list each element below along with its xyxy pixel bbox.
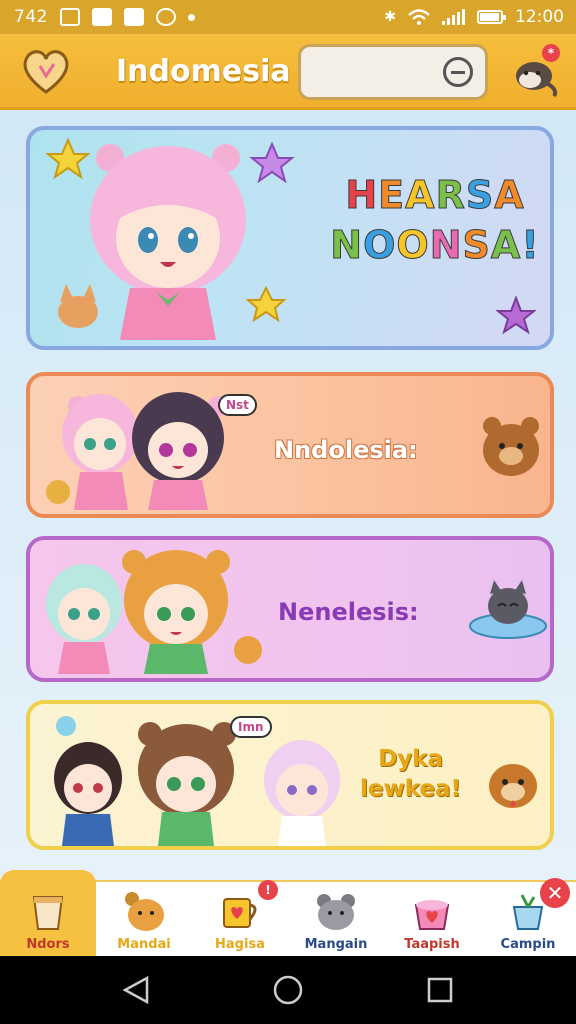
category-label: Nndolesia: bbox=[274, 436, 418, 464]
wifi-icon bbox=[408, 9, 430, 25]
recents-square-icon bbox=[427, 977, 453, 1003]
clock: 12:00 bbox=[515, 7, 564, 27]
bear-icon bbox=[483, 417, 539, 476]
title-letter: N bbox=[429, 223, 463, 268]
nav-label: Ndors bbox=[26, 937, 70, 952]
dog-icon bbox=[489, 764, 537, 808]
nav-label: Taapish bbox=[404, 937, 460, 952]
title-letter: A bbox=[490, 223, 522, 268]
category-label: Dyka lewkea! bbox=[360, 744, 461, 804]
nav-label: Mandai bbox=[117, 937, 171, 952]
star-icon bbox=[249, 141, 295, 184]
featured-title-line-1: HEARSA bbox=[330, 170, 540, 220]
nav-label: Mangain bbox=[304, 937, 368, 952]
featured-title: HEARSA NOONSA! bbox=[330, 170, 540, 270]
cat-icon bbox=[317, 894, 355, 930]
mint-and-orange-hair-illustration bbox=[46, 550, 262, 674]
status-left-text: 742 bbox=[14, 7, 48, 27]
featured-title-line-2: NOONSA! bbox=[330, 220, 540, 270]
category-label-line-2: lewkea! bbox=[360, 776, 462, 802]
back-triangle-icon bbox=[123, 976, 149, 1004]
bluetooth-icon: ✱ bbox=[384, 9, 396, 25]
title-letter: O bbox=[363, 223, 397, 268]
featured-card[interactable]: HEARSA NOONSA! bbox=[26, 126, 554, 350]
pot-icon bbox=[414, 900, 450, 930]
title-letter: N bbox=[330, 223, 364, 268]
mail-icon bbox=[91, 8, 112, 26]
nav-item-mangain[interactable]: Mangain bbox=[288, 882, 384, 956]
star-icon bbox=[45, 137, 91, 180]
speech-bubble: Imn bbox=[230, 716, 272, 738]
home-circle-icon bbox=[273, 975, 303, 1005]
recents-button[interactable] bbox=[424, 974, 456, 1006]
category-label-line-1: Dyka bbox=[378, 746, 443, 772]
title-letter: R bbox=[435, 173, 466, 218]
app-header: Indomesia * bbox=[0, 34, 576, 110]
notification-dot-icon bbox=[187, 13, 195, 21]
bottom-nav: Ndors Mandai ! Hagisa Mangain Taapish ✕ … bbox=[0, 870, 576, 956]
edit-icon bbox=[123, 8, 144, 26]
page-title: Indomesia bbox=[116, 54, 291, 89]
title-letter: A bbox=[494, 173, 525, 218]
title-letter: E bbox=[378, 173, 406, 218]
status-bar: 742 ✱ 12:00 bbox=[0, 0, 576, 34]
gallery-icon bbox=[59, 8, 80, 26]
nav-item-ndors[interactable]: Ndors bbox=[0, 870, 96, 956]
title-letter: O bbox=[396, 223, 430, 268]
nav-label: Hagisa bbox=[215, 937, 265, 952]
sync-icon bbox=[155, 8, 176, 26]
nav-label: Campin bbox=[500, 937, 556, 952]
star-icon bbox=[245, 285, 287, 323]
category-label: Nenelesis: bbox=[278, 598, 419, 626]
category-card-2[interactable]: Nenelesis: bbox=[26, 536, 554, 682]
title-letter: A bbox=[405, 173, 436, 218]
nav-item-campin[interactable]: ✕ Campin bbox=[480, 878, 576, 956]
search-input[interactable] bbox=[311, 57, 431, 87]
heart-icon bbox=[23, 50, 69, 94]
bear-icon bbox=[125, 892, 164, 931]
category-card-1[interactable]: Nst Nndolesia: bbox=[26, 372, 554, 518]
category-card-3[interactable]: Imn Dyka lewkea! bbox=[26, 700, 554, 850]
star-icon bbox=[496, 296, 536, 335]
battery-icon bbox=[477, 10, 506, 24]
three-kids-illustration bbox=[54, 716, 340, 846]
nav-item-taapish[interactable]: Taapish bbox=[384, 882, 480, 956]
otter-avatar-button[interactable]: * bbox=[508, 44, 564, 98]
nav-item-hagisa[interactable]: ! Hagisa bbox=[192, 880, 288, 956]
mug-icon bbox=[223, 898, 257, 928]
search-box[interactable] bbox=[298, 44, 488, 100]
cat-in-water-icon bbox=[469, 580, 547, 639]
system-nav-bar bbox=[0, 956, 576, 1024]
clear-search-icon[interactable] bbox=[443, 57, 473, 87]
heart-logo-button[interactable] bbox=[20, 46, 72, 96]
cup-icon bbox=[32, 896, 64, 930]
signal-icon bbox=[442, 9, 465, 25]
close-icon[interactable]: ✕ bbox=[540, 878, 570, 908]
pink-hair-girl-illustration bbox=[45, 137, 295, 340]
title-letter: S bbox=[465, 173, 495, 218]
back-button[interactable] bbox=[120, 974, 152, 1006]
title-letter: S bbox=[462, 223, 491, 268]
nav-badge: ! bbox=[258, 880, 278, 900]
nav-item-mandai[interactable]: Mandai bbox=[96, 882, 192, 956]
home-button[interactable] bbox=[272, 974, 304, 1006]
notification-badge: * bbox=[542, 44, 560, 62]
title-letter: ! bbox=[521, 223, 540, 268]
title-letter: H bbox=[345, 173, 379, 218]
speech-bubble: Nst bbox=[218, 394, 257, 416]
